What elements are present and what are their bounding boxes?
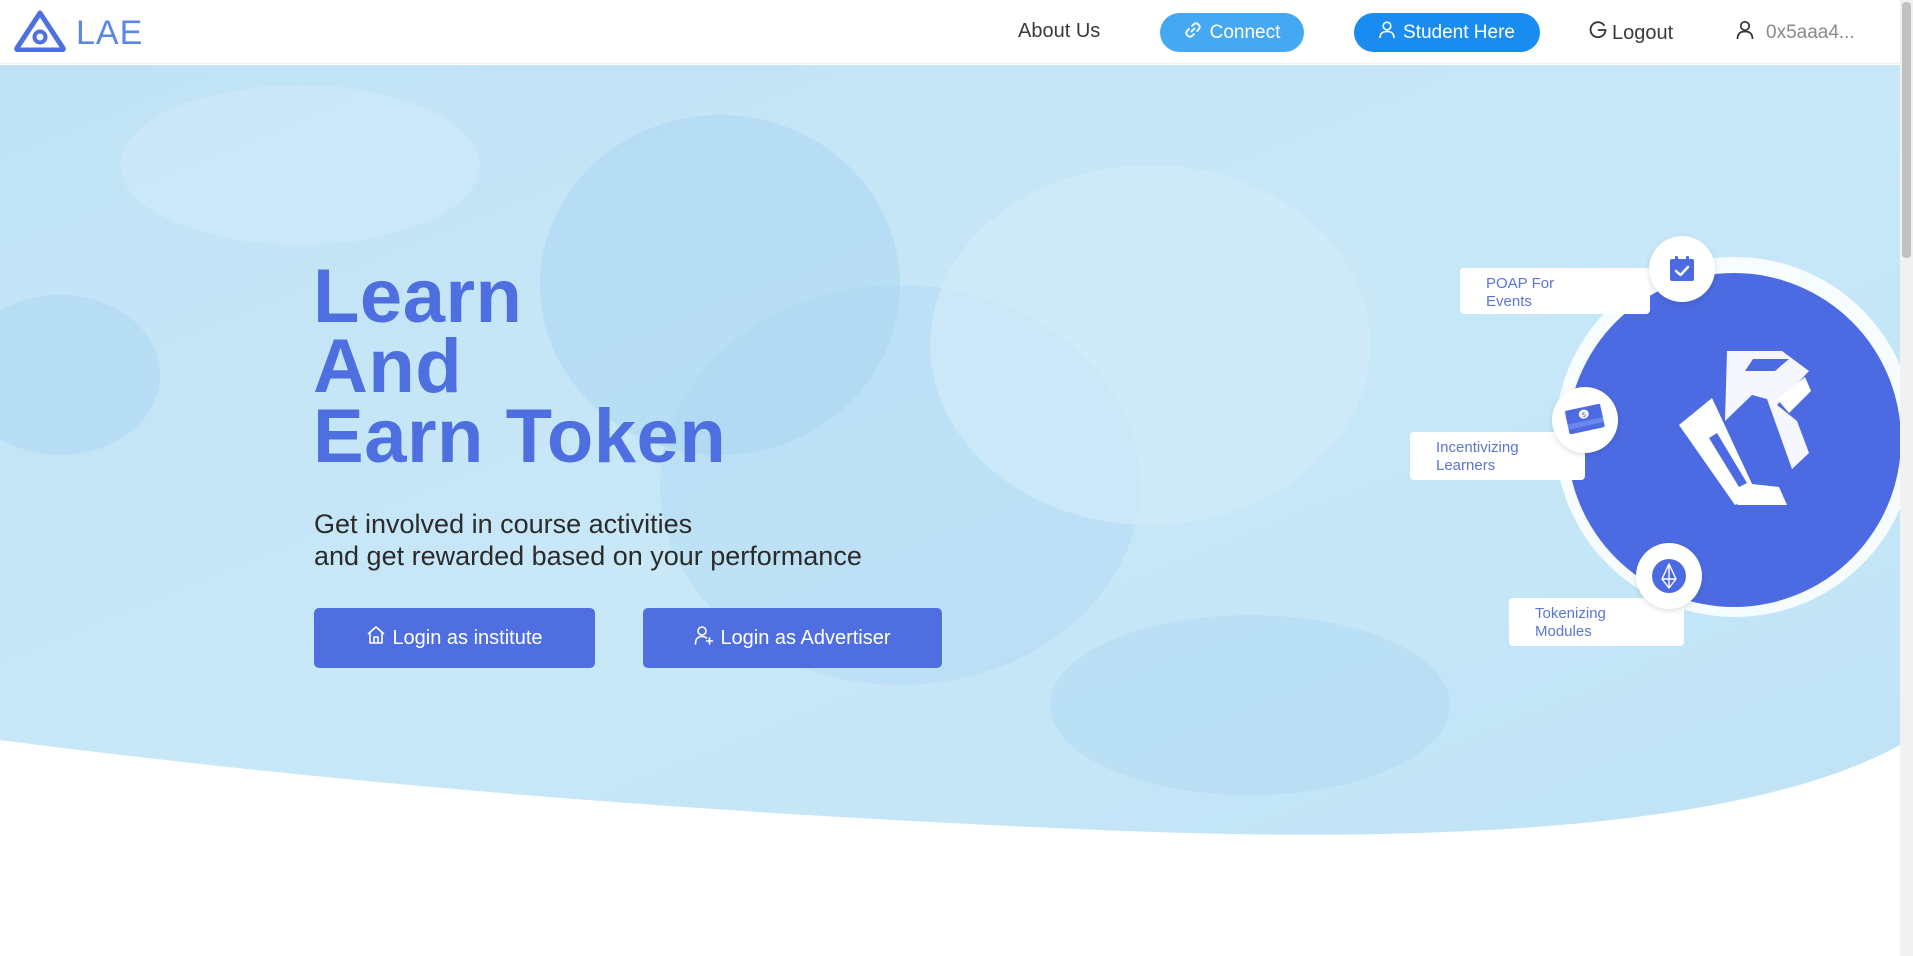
scrollbar-thumb[interactable]: [1902, 2, 1911, 258]
link-icon: [1184, 21, 1202, 45]
feature-poap-line-1: POAP For: [1486, 275, 1555, 292]
user-icon: [1379, 20, 1395, 45]
hero-headline: Learn And Earn Token: [313, 254, 727, 479]
nav-about-us-link[interactable]: About Us: [1018, 20, 1100, 43]
connect-button[interactable]: Connect: [1160, 13, 1304, 52]
brand-name: LAE: [76, 14, 144, 52]
logout-link[interactable]: Logout: [1588, 20, 1673, 46]
login-institute-label: Login as institute: [392, 626, 543, 649]
feature-token-line-2: Modules: [1535, 623, 1592, 640]
logout-label: Logout: [1612, 21, 1674, 44]
feature-card-poap: POAP For Events: [1460, 268, 1650, 314]
feature-token-line-1: Tokenizing: [1535, 605, 1606, 622]
account-user-icon: [1736, 20, 1754, 46]
hero-subtitle: Get involved in course activities and ge…: [314, 508, 862, 572]
brand-logo-link[interactable]: LAE: [14, 10, 143, 57]
feature-poap-line-2: Events: [1486, 293, 1532, 310]
eos-token-icon: [1636, 543, 1702, 609]
feature-incent-line-2: Learners: [1436, 457, 1496, 474]
token-logo-icon: [1679, 351, 1811, 505]
top-navbar: LAE About Us Connect Student Here Logout…: [0, 0, 1900, 64]
money-stack-icon: $: [1552, 387, 1618, 453]
calendar-check-icon: [1649, 236, 1715, 302]
login-advertiser-button[interactable]: Login as Advertiser: [643, 608, 942, 668]
subtitle-line-1: Get involved in course activities: [314, 509, 693, 539]
connect-label: Connect: [1209, 21, 1281, 43]
login-advertiser-label: Login as Advertiser: [720, 626, 891, 649]
headline-line-1: Learn: [313, 254, 523, 339]
logo-icon: [14, 10, 66, 57]
user-plus-icon: [694, 625, 714, 651]
login-institute-button[interactable]: Login as institute: [314, 608, 595, 668]
student-here-label: Student Here: [1403, 21, 1515, 43]
wallet-account[interactable]: 0x5aaa4...: [1736, 20, 1855, 46]
home-icon: [366, 625, 386, 651]
wallet-address: 0x5aaa4...: [1766, 22, 1855, 43]
headline-line-3: Earn Token: [313, 394, 727, 479]
token-disc: [1567, 273, 1901, 607]
headline-line-2: And: [313, 324, 463, 409]
hero-section: Learn And Earn Token Get involved in cou…: [0, 65, 1913, 845]
page-scrollbar[interactable]: [1900, 0, 1913, 956]
google-g-icon: [1588, 20, 1608, 46]
feature-incent-line-1: Incentivizing: [1436, 439, 1519, 456]
student-here-button[interactable]: Student Here: [1354, 13, 1540, 52]
subtitle-line-2: and get rewarded based on your performan…: [314, 541, 862, 571]
